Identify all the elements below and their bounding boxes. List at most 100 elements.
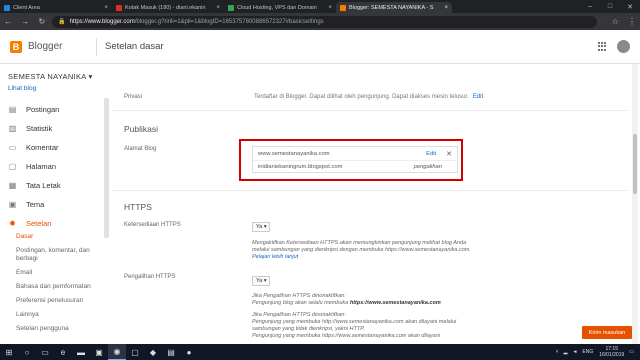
close-tab-icon[interactable]: × bbox=[444, 5, 448, 11]
https-heading: HTTPS bbox=[124, 202, 152, 212]
pengalihan-https-description-1: Jika Pengalihan HTTPS dinonaktifkan: Peng… bbox=[252, 293, 441, 306]
apps-grid-icon[interactable] bbox=[598, 42, 607, 51]
windows-start-icon[interactable]: ⊞ bbox=[0, 344, 18, 360]
sidebar-item-postingan[interactable]: ▤ Postingan bbox=[0, 100, 112, 119]
chrome-icon[interactable]: ◉ bbox=[108, 344, 126, 360]
windows-taskbar: ⊞ ○ ▭ e ▬ ▣ ◉ ▢ ◆ ▤ ● ˄ ▂ ◄ ENG 17:15 16/… bbox=[0, 344, 640, 360]
close-tab-icon[interactable]: × bbox=[328, 5, 332, 11]
sidebar: SEMESTA NAYANIKA ▾ Lihat blog ▤ Postingan… bbox=[0, 64, 112, 344]
edge-icon[interactable]: e bbox=[54, 344, 72, 360]
browser-tab-bar: Client Area × Kotak Masuk (180) - diani.e… bbox=[0, 0, 640, 13]
layout-icon: ▦ bbox=[8, 180, 17, 190]
sidebar-subitem-preferensi[interactable]: Preferensi penelusuran bbox=[0, 297, 112, 305]
reload-icon[interactable]: ↻ bbox=[38, 17, 45, 26]
clock[interactable]: 17:15 16/01/2019 bbox=[599, 346, 624, 358]
privasi-value: Terdaftar di Blogger. Dapat dilihat oleh… bbox=[254, 94, 484, 100]
comment-icon: ▭ bbox=[8, 142, 17, 152]
lock-icon: 🔒 bbox=[58, 19, 66, 25]
sidebar-subitem-pengguna[interactable]: Setelan pengguna bbox=[0, 325, 112, 333]
sidebar-subitem-lainnya[interactable]: Lainnya bbox=[0, 311, 112, 319]
dropdown-arrow-icon: ▾ bbox=[88, 72, 93, 81]
star-icon[interactable]: ☆ bbox=[612, 17, 619, 26]
sidebar-item-tata-letak[interactable]: ▦ Tata Letak bbox=[0, 176, 112, 195]
privasi-label: Privasi bbox=[124, 94, 143, 100]
alamat-blog-label: Alamat Blog bbox=[124, 146, 157, 152]
url-host: https://www.blogger.com bbox=[69, 18, 135, 25]
divider bbox=[112, 190, 628, 191]
gmail-icon bbox=[116, 4, 122, 11]
pengalihan-https-description-2: Jika Pengalihan HTTPS dinonaktifkan: Peng… bbox=[252, 312, 457, 339]
language-indicator[interactable]: ENG bbox=[582, 349, 593, 355]
blogger-favicon-icon bbox=[340, 4, 346, 11]
page-title: Setelan dasar bbox=[105, 41, 164, 52]
browser-tab-active[interactable]: Blogger: SEMESTA NAYANIKA - S × bbox=[336, 2, 452, 13]
blogger-logo-icon[interactable]: B bbox=[10, 40, 22, 53]
sidebar-scrollbar[interactable] bbox=[104, 98, 109, 238]
ketersediaan-https-label: Ketersediaan HTTPS bbox=[124, 222, 181, 228]
browser-toolbar: ← → ↻ 🔒 https://www.blogger.com/blogger.… bbox=[0, 13, 640, 30]
ketersediaan-https-select[interactable]: Ya ▾ bbox=[252, 222, 270, 232]
theme-icon: ▣ bbox=[8, 199, 17, 209]
close-tab-icon[interactable]: × bbox=[104, 5, 108, 11]
network-icon[interactable]: ▂ bbox=[564, 349, 568, 355]
window-controls: – □ ✕ bbox=[580, 0, 640, 13]
system-tray: ˄ ▂ ◄ ENG 17:15 16/01/2019 ▭ bbox=[551, 346, 640, 358]
avatar[interactable] bbox=[617, 40, 630, 53]
ketersediaan-https-description: Mengaktifkan Ketersediaan HTTPS akan mem… bbox=[252, 240, 471, 260]
app-icon[interactable]: ◆ bbox=[144, 344, 162, 360]
divider bbox=[112, 110, 628, 111]
app-icon[interactable]: ▢ bbox=[126, 344, 144, 360]
sidebar-subitem-bahasa[interactable]: Bahasa dan pemformatan bbox=[0, 283, 112, 291]
back-icon[interactable]: ← bbox=[4, 17, 12, 26]
minimize-icon[interactable]: – bbox=[580, 3, 600, 10]
browser-tab[interactable]: Client Area × bbox=[0, 2, 112, 13]
favicon-icon bbox=[4, 4, 10, 11]
menu-icon[interactable]: ⋮ bbox=[628, 17, 636, 26]
scrollbar-thumb[interactable] bbox=[633, 134, 637, 194]
search-icon[interactable]: ○ bbox=[18, 344, 36, 360]
blog-selector[interactable]: SEMESTA NAYANIKA ▾ bbox=[0, 64, 112, 81]
pengalihan-https-select[interactable]: Ya ▾ bbox=[252, 276, 270, 286]
sidebar-item-halaman[interactable]: ▢ Halaman bbox=[0, 157, 112, 176]
send-feedback-button[interactable]: Kirim masukan bbox=[582, 326, 632, 339]
address-bar[interactable]: 🔒 https://www.blogger.com/blogger.g?rinl… bbox=[52, 15, 597, 28]
privasi-edit-link[interactable]: Edit bbox=[473, 94, 483, 100]
settings-panel: Privasi Terdaftar di Blogger. Dapat dili… bbox=[112, 64, 628, 344]
blogger-header: B Blogger Setelan dasar bbox=[0, 30, 640, 64]
forward-icon[interactable]: → bbox=[21, 17, 29, 26]
favicon-icon bbox=[228, 4, 234, 11]
brand-name[interactable]: Blogger bbox=[28, 41, 88, 52]
app-icon[interactable]: ▤ bbox=[162, 344, 180, 360]
close-window-icon[interactable]: ✕ bbox=[620, 3, 640, 11]
main-scrollbar[interactable] bbox=[632, 64, 638, 344]
url-path: /blogger.g?rinli=1&pli=1&blogID=16537578… bbox=[134, 18, 324, 25]
close-tab-icon[interactable]: × bbox=[216, 5, 220, 11]
browser-tab[interactable]: Kotak Masuk (180) - diani.ekanin × bbox=[112, 2, 224, 13]
sidebar-item-komentar[interactable]: ▭ Komentar bbox=[0, 138, 112, 157]
sidebar-item-setelan[interactable]: ✹ Setelan bbox=[0, 214, 112, 233]
sidebar-item-tema[interactable]: ▣ Tema bbox=[0, 195, 112, 214]
highlight-box bbox=[239, 139, 463, 181]
folder-icon[interactable]: ▬ bbox=[72, 344, 90, 360]
divider bbox=[96, 37, 97, 56]
page-icon: ▢ bbox=[8, 161, 17, 171]
learn-more-link[interactable]: Pelajari lebih lanjut bbox=[252, 254, 298, 260]
stats-icon: ▥ bbox=[8, 123, 17, 133]
sidebar-subitem-postingan[interactable]: Postingan, komentar, dan berbagi bbox=[0, 247, 112, 263]
browser-tab[interactable]: Cloud Hosting, VPS dan Domain × bbox=[224, 2, 336, 13]
sidebar-subitem-dasar[interactable]: Dasar bbox=[0, 233, 112, 241]
publikasi-heading: Publikasi bbox=[124, 124, 159, 134]
sidebar-item-statistik[interactable]: ▥ Statistik bbox=[0, 119, 112, 138]
pengalihan-https-label: Pengalihan HTTPS bbox=[124, 274, 176, 280]
gear-icon: ✹ bbox=[9, 218, 16, 228]
view-blog-link[interactable]: Lihat blog bbox=[0, 81, 112, 100]
document-icon: ▤ bbox=[8, 104, 17, 114]
app-icon[interactable]: ● bbox=[180, 344, 198, 360]
maximize-icon[interactable]: □ bbox=[600, 3, 620, 10]
task-view-icon[interactable]: ▭ bbox=[36, 344, 54, 360]
store-icon[interactable]: ▣ bbox=[90, 344, 108, 360]
tray-arrow-icon[interactable]: ˄ bbox=[556, 349, 559, 355]
sidebar-subitem-email[interactable]: Email bbox=[0, 269, 112, 277]
volume-icon[interactable]: ◄ bbox=[572, 349, 577, 355]
notification-icon[interactable]: ▭ bbox=[629, 349, 634, 355]
